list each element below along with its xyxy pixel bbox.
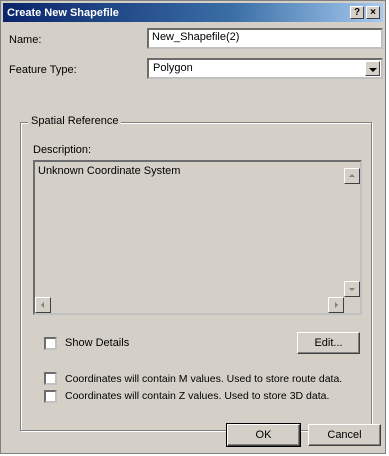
- feature-type-select[interactable]: Polygon: [147, 58, 383, 79]
- dialog-title: Create New Shapefile: [7, 6, 119, 19]
- vertical-scrollbar[interactable]: [344, 162, 360, 297]
- ok-button[interactable]: OK: [226, 423, 301, 447]
- z-values-checkbox[interactable]: [44, 390, 57, 403]
- show-details-label: Show Details: [65, 337, 130, 349]
- z-values-label: Coordinates will contain Z values. Used …: [65, 390, 330, 402]
- show-details-checkbox[interactable]: [44, 337, 57, 350]
- scrollbar-corner: [344, 297, 360, 313]
- name-label: Name:: [9, 34, 42, 46]
- close-button[interactable]: ×: [366, 6, 380, 19]
- description-text: Unknown Coordinate System: [38, 165, 181, 177]
- help-button[interactable]: ?: [350, 6, 364, 19]
- spatial-reference-label: Spatial Reference: [28, 115, 122, 127]
- scroll-down-icon[interactable]: [344, 281, 360, 297]
- edit-button[interactable]: Edit...: [297, 332, 360, 354]
- cancel-button[interactable]: Cancel: [308, 424, 381, 446]
- scroll-right-icon[interactable]: [328, 297, 344, 313]
- feature-type-label: Feature Type:: [9, 64, 77, 76]
- description-label: Description:: [33, 144, 92, 156]
- scroll-up-icon[interactable]: [344, 168, 360, 184]
- title-bar[interactable]: Create New Shapefile ? ×: [3, 3, 383, 22]
- scroll-left-icon[interactable]: [35, 297, 51, 313]
- m-values-label: Coordinates will contain M values. Used …: [65, 373, 343, 385]
- m-values-checkbox[interactable]: [44, 372, 57, 385]
- description-textarea[interactable]: Unknown Coordinate System: [33, 160, 362, 315]
- name-input[interactable]: New_Shapefile(2): [147, 28, 383, 49]
- chevron-down-icon[interactable]: [365, 61, 380, 76]
- horizontal-scrollbar[interactable]: [35, 297, 344, 313]
- create-shapefile-dialog: Create New Shapefile ? × Name: New_Shape…: [0, 0, 386, 454]
- feature-type-value: Polygon: [153, 62, 193, 74]
